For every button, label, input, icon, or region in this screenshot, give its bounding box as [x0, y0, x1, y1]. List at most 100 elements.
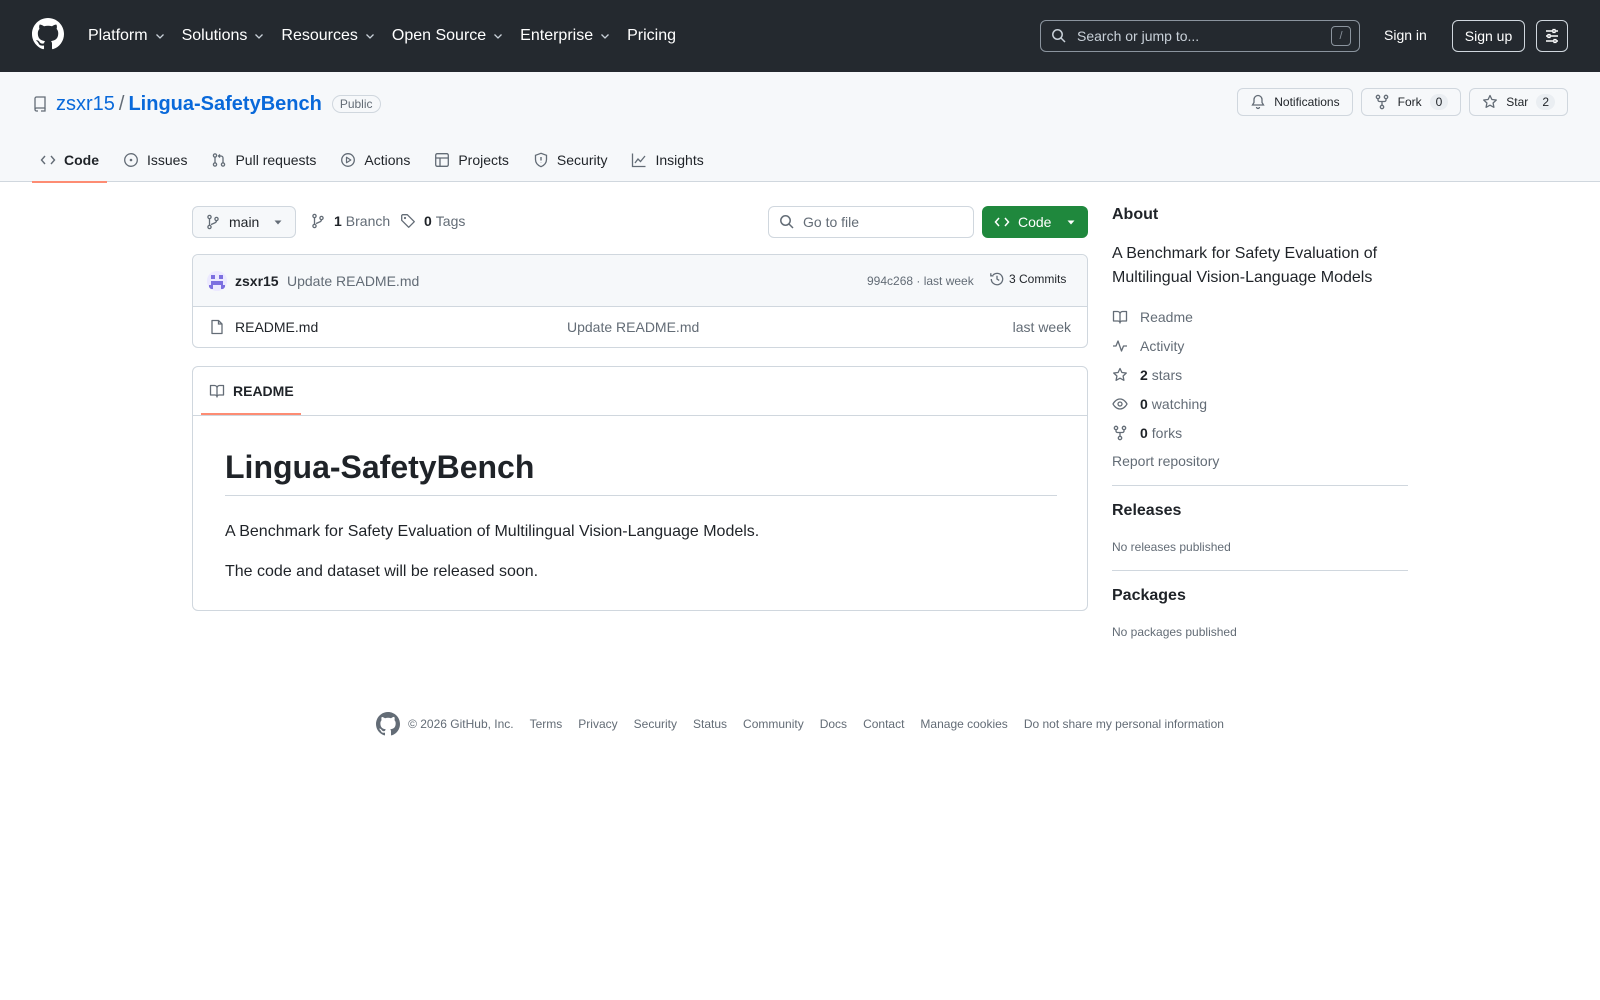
stars-link[interactable]: 2 stars: [1112, 360, 1408, 389]
notifications-button[interactable]: Notifications: [1237, 88, 1353, 116]
tab-security[interactable]: Security: [525, 138, 616, 182]
tags-link[interactable]: 0 Tags: [400, 213, 465, 229]
report-repository-link[interactable]: Report repository: [1112, 453, 1408, 469]
go-to-file-input[interactable]: Go to file: [768, 206, 974, 238]
nav-solutions[interactable]: Solutions: [182, 27, 266, 45]
packages-empty: No packages published: [1112, 625, 1237, 639]
commits-link[interactable]: 3 Commits: [989, 271, 1066, 287]
divider: [1112, 570, 1408, 571]
search-shortcut-key: /: [1331, 26, 1351, 46]
bell-icon: [1251, 94, 1265, 110]
branch-count: 1: [334, 213, 342, 229]
footer-link-contact[interactable]: Contact: [863, 717, 904, 731]
github-logo-icon[interactable]: [32, 18, 64, 50]
tab-insights[interactable]: Insights: [623, 138, 711, 182]
footer-link-manage-cookies[interactable]: Manage cookies: [920, 717, 1007, 731]
triangle-down-icon: [1067, 220, 1075, 225]
nav-enterprise[interactable]: Enterprise: [520, 27, 611, 45]
footer-link-security[interactable]: Security: [634, 717, 677, 731]
triangle-down-icon: [274, 220, 282, 225]
shield-icon: [534, 152, 548, 168]
search-icon: [1052, 29, 1066, 43]
tab-code[interactable]: Code: [32, 138, 107, 183]
branch-icon: [312, 213, 324, 229]
table-row[interactable]: README.md Update README.md last week: [193, 307, 1087, 347]
code-icon: [994, 217, 1010, 227]
forks-link[interactable]: 0 forks: [1112, 418, 1408, 447]
footer-link-docs[interactable]: Docs: [820, 717, 847, 731]
readme-link[interactable]: Readme: [1112, 302, 1408, 331]
star-icon: [1483, 94, 1498, 108]
tab-pull-requests[interactable]: Pull requests: [203, 138, 324, 182]
branches-link[interactable]: 1 Branch: [310, 213, 390, 229]
star-button[interactable]: Star 2: [1469, 88, 1568, 116]
file-commit-message[interactable]: Update README.md: [567, 319, 699, 335]
nav-resources[interactable]: Resources: [281, 27, 375, 45]
github-logo-icon[interactable]: [376, 712, 401, 736]
issue-icon: [124, 153, 138, 167]
sign-up-button[interactable]: Sign up: [1452, 20, 1525, 52]
repo-name-link[interactable]: Lingua-SafetyBench: [128, 93, 321, 116]
file-commit-date: last week: [1012, 319, 1071, 335]
watching-link[interactable]: 0 watching: [1112, 389, 1408, 418]
latest-commit-row: zsxr15 Update README.md 994c268 · last w…: [193, 255, 1087, 307]
repo-header: zsxr15 / Lingua-SafetyBench Public Notif…: [0, 72, 1600, 183]
global-search-input[interactable]: Search or jump to... /: [1040, 20, 1360, 52]
footer-link-privacy[interactable]: Privacy: [578, 717, 617, 731]
footer-link-community[interactable]: Community: [743, 717, 804, 731]
fork-icon: [1113, 425, 1127, 440]
pull-request-icon: [213, 153, 226, 167]
readme-title: Lingua-SafetyBench: [225, 449, 1057, 496]
branch-selector[interactable]: main: [192, 206, 296, 238]
global-nav: Platform Solutions Resources Open Source…: [88, 0, 692, 72]
file-name-link[interactable]: README.md: [235, 319, 318, 335]
tag-count: 0: [424, 213, 432, 229]
activity-link[interactable]: Activity: [1112, 331, 1408, 360]
divider: [1112, 485, 1408, 486]
tab-issues[interactable]: Issues: [115, 138, 195, 182]
footer-link-terms[interactable]: Terms: [530, 717, 563, 731]
footer-link-status[interactable]: Status: [693, 717, 727, 731]
readme-panel: README Lingua-SafetyBench A Benchmark fo…: [192, 366, 1088, 611]
readme-paragraph: The code and dataset will be released so…: [225, 563, 539, 580]
about-description: A Benchmark for Safety Evaluation of Mul…: [1112, 245, 1378, 286]
menu-button[interactable]: [1536, 20, 1568, 52]
repo-separator: /: [118, 92, 125, 115]
nav-platform[interactable]: Platform: [88, 27, 166, 45]
eye-icon: [1112, 397, 1128, 410]
repo-owner-link[interactable]: zsxr15: [56, 93, 115, 116]
chevron-down-icon: [365, 34, 374, 39]
about-heading: About: [1112, 206, 1159, 223]
branch-name: main: [229, 214, 260, 230]
releases-empty: No releases published: [1112, 540, 1231, 554]
nav-open-source[interactable]: Open Source: [392, 27, 504, 45]
nav-pricing[interactable]: Pricing: [627, 27, 676, 45]
sign-in-link[interactable]: Sign in: [1384, 27, 1427, 43]
table-icon: [435, 153, 450, 167]
commit-author[interactable]: zsxr15: [235, 273, 279, 289]
repo-icon: [34, 96, 46, 112]
fork-button[interactable]: Fork 0: [1360, 88, 1462, 116]
graph-icon: [632, 153, 646, 168]
releases-heading[interactable]: Releases: [1112, 502, 1408, 520]
footer-link-do-not-share[interactable]: Do not share my personal information: [1024, 717, 1224, 731]
packages-heading[interactable]: Packages: [1112, 587, 1408, 605]
visibility-badge: Public: [331, 95, 381, 113]
search-icon: [780, 215, 794, 229]
readme-tab[interactable]: README: [201, 367, 301, 415]
commit-message[interactable]: Update README.md: [287, 273, 419, 289]
play-icon: [341, 153, 356, 167]
pulse-icon: [1113, 339, 1127, 352]
book-icon: [209, 384, 225, 398]
commit-hash-time[interactable]: 994c268 · last week: [867, 274, 974, 288]
divider: [193, 415, 1087, 416]
tab-actions[interactable]: Actions: [332, 138, 418, 182]
code-dropdown-button[interactable]: Code: [982, 206, 1088, 238]
repo-tabs: Code Issues Pull requests Actions Projec…: [32, 138, 720, 183]
file-icon: [211, 319, 223, 335]
file-toolbar: main 1 Branch 0 Tags Go to file Code: [192, 206, 1088, 238]
tab-projects[interactable]: Projects: [426, 138, 517, 182]
repo-title: zsxr15 / Lingua-SafetyBench Public: [32, 92, 381, 116]
star-count: 2: [1536, 94, 1555, 110]
avatar[interactable]: [207, 271, 227, 291]
